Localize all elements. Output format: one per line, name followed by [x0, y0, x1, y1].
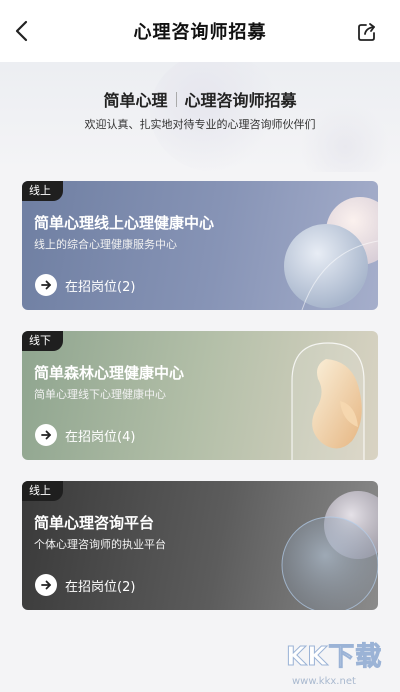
card-subtitle: 个体心理咨询师的执业平台 — [34, 538, 166, 551]
hero-heading: 心理咨询师招募 — [184, 91, 297, 110]
sphere-decoration — [284, 197, 378, 310]
chevron-left-icon — [15, 20, 28, 42]
watermark-logo: KK下载 — [285, 642, 383, 673]
ring-decoration — [281, 491, 378, 610]
arrow-right-icon — [35, 424, 57, 446]
card-title: 简单心理线上心理健康中心 — [34, 214, 215, 232]
center-card-platform[interactable]: 线上 简单心理咨询平台 个体心理咨询师的执业平台 在招岗位(2) — [22, 481, 378, 610]
open-positions-link[interactable]: 在招岗位(4) — [35, 424, 135, 446]
hero-banner: 简单心理 心理咨询师招募 欢迎认真、扎实地对待专业的心理咨询师伙伴们 — [0, 62, 400, 172]
arch-decoration — [291, 342, 365, 460]
card-subtitle: 线上的综合心理健康服务中心 — [34, 238, 177, 251]
card-subtitle: 简单心理线下心理健康中心 — [34, 388, 166, 401]
back-button[interactable] — [8, 17, 36, 45]
arrow-right-icon — [35, 574, 57, 596]
center-card-offline[interactable]: 线下 简单森林心理健康中心 简单心理线下心理健康中心 在招岗位(4) — [22, 331, 378, 460]
channel-badge: 线上 — [22, 181, 63, 201]
divider — [175, 91, 177, 107]
brand-name: 简单心理 — [103, 91, 168, 110]
top-nav-bar: 心理咨询师招募 — [0, 0, 400, 62]
watermark-url: www.kkx.net — [292, 676, 356, 687]
share-button[interactable] — [356, 21, 378, 43]
open-positions-link[interactable]: 在招岗位(2) — [35, 574, 135, 596]
hero-subtitle: 欢迎认真、扎实地对待专业的心理咨询师伙伴们 — [84, 118, 316, 131]
open-positions-link[interactable]: 在招岗位(2) — [35, 274, 135, 296]
card-title: 简单心理咨询平台 — [34, 514, 155, 532]
share-icon — [358, 23, 375, 41]
card-title: 简单森林心理健康中心 — [34, 364, 185, 382]
open-positions-label: 在招岗位(2) — [65, 279, 136, 295]
channel-badge: 线上 — [22, 481, 63, 501]
channel-badge: 线下 — [22, 331, 63, 351]
center-card-online[interactable]: 线上 简单心理线上心理健康中心 线上的综合心理健康服务中心 在招岗位(2) — [22, 181, 378, 310]
hero-decoration — [300, 102, 390, 172]
open-positions-label: 在招岗位(4) — [65, 429, 136, 445]
hero-title: 简单心理 心理咨询师招募 — [0, 87, 400, 111]
arrow-right-icon — [35, 274, 57, 296]
site-watermark: KK下载 www.kkx.net — [285, 636, 396, 692]
page-title: 心理咨询师招募 — [133, 22, 267, 43]
open-positions-label: 在招岗位(2) — [65, 579, 136, 595]
